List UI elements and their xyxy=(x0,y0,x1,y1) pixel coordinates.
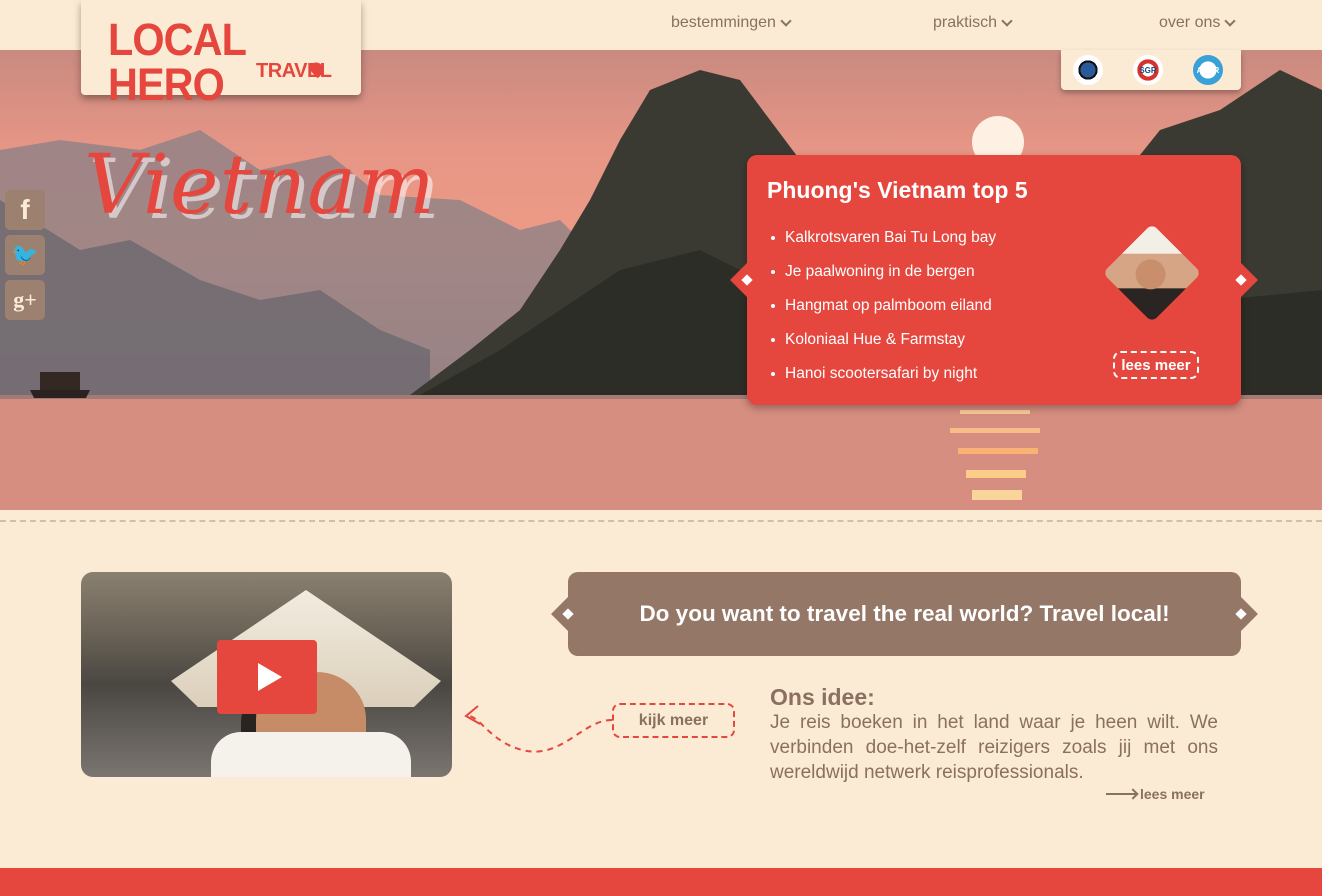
nav-label: bestemmingen xyxy=(671,14,776,31)
local-hero-portrait[interactable] xyxy=(1098,219,1206,327)
nav-label: praktisch xyxy=(933,14,998,31)
chevron-down-icon xyxy=(780,15,792,27)
chevron-down-icon xyxy=(1001,15,1013,27)
arrow-head xyxy=(464,705,481,725)
slogan-text: Do you want to travel the real world? Tr… xyxy=(639,601,1170,626)
diamond-ornament-icon xyxy=(551,597,585,631)
sun-reflection xyxy=(966,470,1026,478)
world-certification-icon[interactable] xyxy=(1073,55,1103,85)
local-top5-card: Phuong's Vietnam top 5 Kalkrotsvaren Bai… xyxy=(730,155,1258,405)
logo[interactable]: LOCAL HERO TRAVEL xyxy=(81,0,361,107)
shirt-shape xyxy=(211,732,411,777)
google-plus-share-button[interactable]: g+ xyxy=(5,280,45,320)
idea-text: Je reis boeken in het land waar je heen … xyxy=(770,712,1218,783)
footer-band xyxy=(0,868,1322,896)
video-thumbnail[interactable] xyxy=(81,572,452,777)
certification-badges: SGR ANVR xyxy=(1061,50,1241,90)
top5-item[interactable]: Hangmat op palmboom eiland xyxy=(771,289,996,323)
arrow-right-icon xyxy=(1106,793,1136,795)
top5-item[interactable]: Koloniaal Hue & Farmstay xyxy=(771,323,996,357)
google-plus-icon: g+ xyxy=(13,287,37,312)
top5-item[interactable]: Kalkrotsvaren Bai Tu Long bay xyxy=(771,221,996,255)
play-icon[interactable] xyxy=(217,640,317,714)
facebook-icon: f xyxy=(20,194,30,225)
chevron-down-icon xyxy=(1224,15,1237,27)
destination-title: Vietnam xyxy=(84,138,436,233)
sun-reflection xyxy=(958,448,1038,454)
top5-title: Phuong's Vietnam top 5 xyxy=(767,177,1028,203)
idea-read-more-link[interactable]: lees meer xyxy=(1106,786,1205,802)
anvr-logo-icon[interactable]: ANVR xyxy=(1193,55,1223,85)
sun-reflection xyxy=(950,428,1040,433)
water xyxy=(0,395,1322,510)
slogan-banner: Do you want to travel the real world? Tr… xyxy=(551,572,1258,656)
top5-item[interactable]: Hanoi scootersafari by night xyxy=(771,357,996,391)
nav-bestemmingen[interactable]: bestemmingen xyxy=(671,14,792,32)
section-divider xyxy=(0,520,1322,522)
boat-cabin xyxy=(40,372,80,390)
read-more-button[interactable]: lees meer xyxy=(1113,351,1199,379)
top5-item[interactable]: Je paalwoning in de bergen xyxy=(771,255,996,289)
dashed-arrow-icon xyxy=(464,705,613,753)
boat-hull xyxy=(30,390,90,398)
nav-over-ons[interactable]: over ons xyxy=(1159,14,1237,32)
sgr-logo-icon[interactable]: SGR xyxy=(1133,55,1163,85)
sun-reflection xyxy=(972,490,1022,500)
facebook-share-button[interactable]: f xyxy=(5,190,45,230)
nav-praktisch[interactable]: praktisch xyxy=(933,14,1013,32)
hero-banner: Vietnam f 🐦 g+ Phuong's Vietnam top 5 Ka… xyxy=(0,50,1322,510)
nav-label: over ons xyxy=(1159,14,1221,31)
twitter-icon: 🐦 xyxy=(11,242,39,267)
arrow-path xyxy=(469,715,613,753)
twitter-share-button[interactable]: 🐦 xyxy=(5,235,45,275)
read-more-label: lees meer xyxy=(1140,786,1205,802)
sun-reflection xyxy=(960,410,1030,414)
top5-list: Kalkrotsvaren Bai Tu Long bay Je paalwon… xyxy=(771,221,996,391)
diamond-ornament-icon xyxy=(1224,597,1258,631)
watch-more-button[interactable]: kijk meer xyxy=(612,703,735,738)
idea-heading: Ons idee: xyxy=(770,684,875,710)
